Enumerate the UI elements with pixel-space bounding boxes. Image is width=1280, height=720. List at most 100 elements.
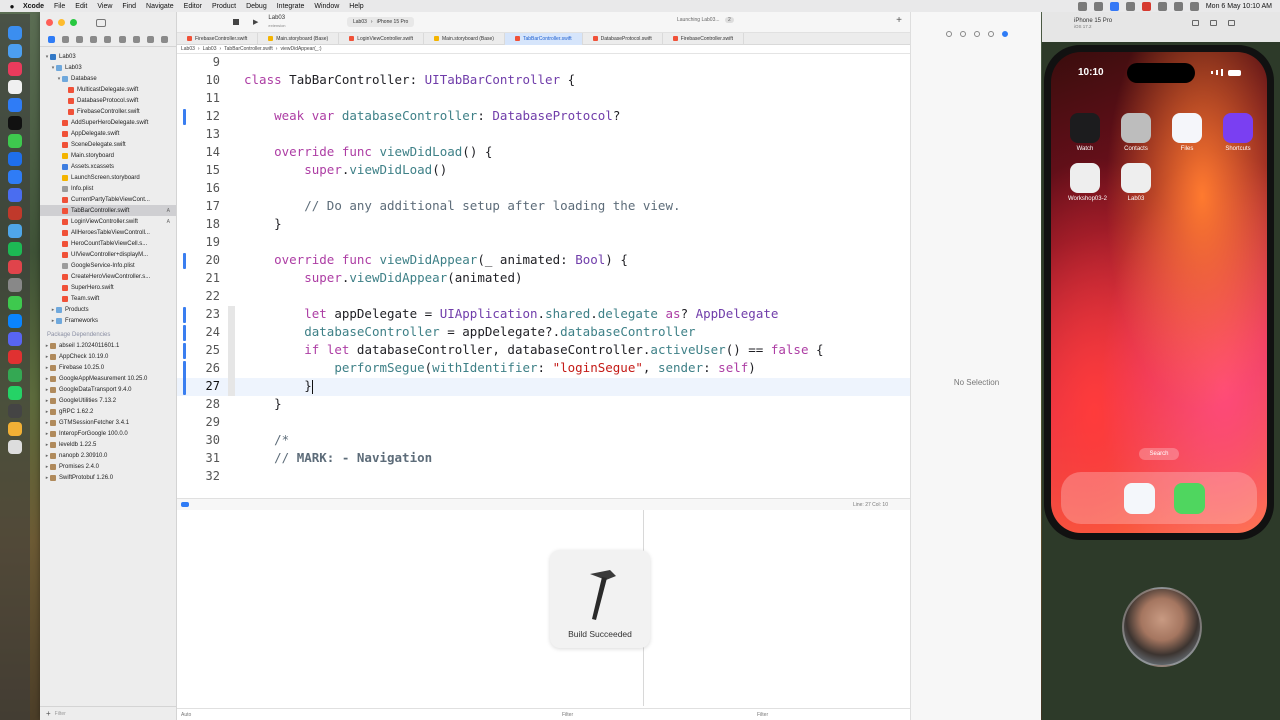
jump-bar-item[interactable]: TabBarController.swift [224, 46, 273, 52]
report-navigator-tab-icon[interactable] [161, 36, 169, 43]
run-button[interactable]: ▶ [253, 18, 258, 26]
music-icon[interactable] [8, 62, 22, 76]
menu-view[interactable]: View [97, 3, 112, 10]
whatsapp-icon[interactable] [8, 386, 22, 400]
file-tree-row[interactable]: MulticastDelegate.swift [40, 84, 176, 95]
messenger-icon[interactable] [8, 314, 22, 328]
messages-icon[interactable] [1174, 483, 1205, 514]
close-window-button[interactable] [46, 19, 53, 26]
scheme-selector[interactable]: Lab03 › iPhone 15 Pro [347, 17, 415, 27]
variables-scope-select[interactable]: Auto [181, 712, 191, 718]
file-tree-row[interactable]: SuperHero.swift [40, 282, 176, 293]
messages-icon[interactable] [8, 296, 22, 310]
navigator-filter-input[interactable]: Filter [55, 711, 66, 717]
help-inspector-icon[interactable] [974, 31, 980, 37]
file-tree-row[interactable]: Main.storyboard [40, 150, 176, 161]
screen-record-icon[interactable] [1109, 1, 1119, 11]
editor-tab[interactable]: Main.storyboard (Base) [258, 32, 340, 45]
status-alert-icon[interactable] [1141, 1, 1151, 11]
code-editor[interactable]: 9 10 class TabBarController: UITabBarContr… [177, 54, 910, 491]
chatgpt-icon[interactable] [8, 134, 22, 148]
sidebar-toggle-icon[interactable] [96, 18, 106, 27]
safari-icon[interactable] [1124, 483, 1155, 514]
file-tree-row[interactable]: AddSuperHeroDelegate.swift [40, 117, 176, 128]
file-tree-row[interactable]: FirebaseController.swift [40, 106, 176, 117]
xcode-icon[interactable] [8, 98, 22, 112]
notes-icon[interactable] [8, 80, 22, 94]
menu-help[interactable]: Help [349, 3, 363, 10]
package-row[interactable]: ▸ leveldb 1.22.5 [40, 439, 176, 450]
editor-tab[interactable]: TabBarController.swift [504, 32, 583, 45]
home-app-icon[interactable]: Workshop03-2 [1068, 163, 1107, 202]
home-app-icon[interactable]: Contacts [1119, 113, 1153, 152]
package-row[interactable]: ▸ GoogleAppMeasurement 10.25.0 [40, 373, 176, 384]
terminal-icon[interactable] [8, 116, 22, 130]
status-menu-icon[interactable] [1093, 1, 1103, 11]
dictionary-icon[interactable] [8, 224, 22, 238]
package-row[interactable]: ▸ Promises 2.4.0 [40, 461, 176, 472]
file-tree-row[interactable]: AppDelegate.swift [40, 128, 176, 139]
package-row[interactable]: ▸ GoogleUtilities 7.13.2 [40, 395, 176, 406]
file-tree-row[interactable]: Info.plist [40, 183, 176, 194]
file-tree-row[interactable]: Assets.xcassets [40, 161, 176, 172]
console-filter-input[interactable]: Filter [757, 712, 768, 718]
file-tree-row[interactable]: AllHeroesTableViewControll... [40, 227, 176, 238]
file-tree-row[interactable]: CurrentPartyTableViewCont... [40, 194, 176, 205]
file-tree-row[interactable]: ▸ Frameworks [40, 315, 176, 326]
jump-bar-item[interactable]: Lab03 [203, 46, 217, 52]
file-tree-row[interactable]: ▾ Lab03 [40, 62, 176, 73]
breakpoint-navigator-tab-icon[interactable] [147, 36, 155, 43]
photos-icon[interactable] [8, 350, 22, 364]
home-app-icon[interactable]: Watch [1068, 113, 1102, 152]
file-tree-row[interactable]: ▾ Database [40, 73, 176, 84]
screenshot-icon[interactable] [1210, 20, 1217, 26]
wifi-icon[interactable] [1157, 1, 1167, 11]
source-control-tab-icon[interactable] [61, 36, 69, 43]
menu-app-name[interactable]: Xcode [23, 3, 44, 10]
spotify-icon[interactable] [8, 242, 22, 256]
safari-icon[interactable] [8, 152, 22, 166]
editor-tab[interactable]: DatabaseProtocol.swift [583, 32, 663, 45]
file-tree-row[interactable]: DatabaseProtocol.swift [40, 95, 176, 106]
discord-icon[interactable] [8, 332, 22, 346]
control-center-icon[interactable] [1189, 1, 1199, 11]
home-app-icon[interactable]: Shortcuts [1221, 113, 1255, 152]
slides-icon[interactable] [8, 260, 22, 274]
package-row[interactable]: ▸ SwiftProtobuf 1.26.0 [40, 472, 176, 483]
menu-product[interactable]: Product [212, 3, 236, 10]
debug-navigator-tab-icon[interactable] [132, 36, 140, 43]
package-row[interactable]: ▸ nanopb 2.30910.0 [40, 450, 176, 461]
chrome-icon[interactable] [8, 368, 22, 382]
file-tree-row[interactable]: TabBarController.swift A [40, 205, 176, 216]
home-app-icon[interactable]: Files [1170, 113, 1204, 152]
file-tree-row[interactable]: CreateHeroViewController.s... [40, 271, 176, 282]
search-icon[interactable] [1173, 1, 1183, 11]
file-tree-row[interactable]: UIViewController+displayM... [40, 249, 176, 260]
app-store-icon[interactable] [8, 44, 22, 58]
pdf-icon[interactable] [8, 206, 22, 220]
menu-debug[interactable]: Debug [246, 3, 267, 10]
activity-count-badge[interactable]: 2 [724, 17, 734, 23]
menu-window[interactable]: Window [314, 3, 339, 10]
package-row[interactable]: ▸ Firebase 10.25.0 [40, 362, 176, 373]
file-inspector-icon[interactable] [946, 31, 952, 37]
editor-tab[interactable]: FirebaseController.swift [177, 32, 259, 45]
menu-edit[interactable]: Edit [75, 3, 87, 10]
zoom-window-button[interactable] [70, 19, 77, 26]
file-tree-row[interactable]: GoogleService-Info.plist [40, 260, 176, 271]
package-row[interactable]: ▸ InteropForGoogle 100.0.0 [40, 428, 176, 439]
issue-navigator-tab-icon[interactable] [104, 36, 112, 43]
package-row[interactable]: ▸ gRPC 1.62.2 [40, 406, 176, 417]
menu-find[interactable]: Find [122, 3, 136, 10]
find-navigator-tab-icon[interactable] [90, 36, 98, 43]
status-menu-icon[interactable] [1125, 1, 1135, 11]
stop-button[interactable] [233, 19, 239, 25]
file-tree-row[interactable]: HeroCountTableViewCell.s... [40, 238, 176, 249]
rotate-icon[interactable] [1228, 20, 1235, 26]
variables-filter-input[interactable]: Filter [562, 712, 573, 718]
identity-inspector-icon[interactable] [988, 31, 994, 37]
test-navigator-tab-icon[interactable] [118, 36, 126, 43]
jump-bar-item[interactable]: Lab03 [181, 46, 195, 52]
editor-tab[interactable]: FirebaseController.swift [663, 32, 744, 45]
file-tree-row[interactable]: Team.swift [40, 293, 176, 304]
